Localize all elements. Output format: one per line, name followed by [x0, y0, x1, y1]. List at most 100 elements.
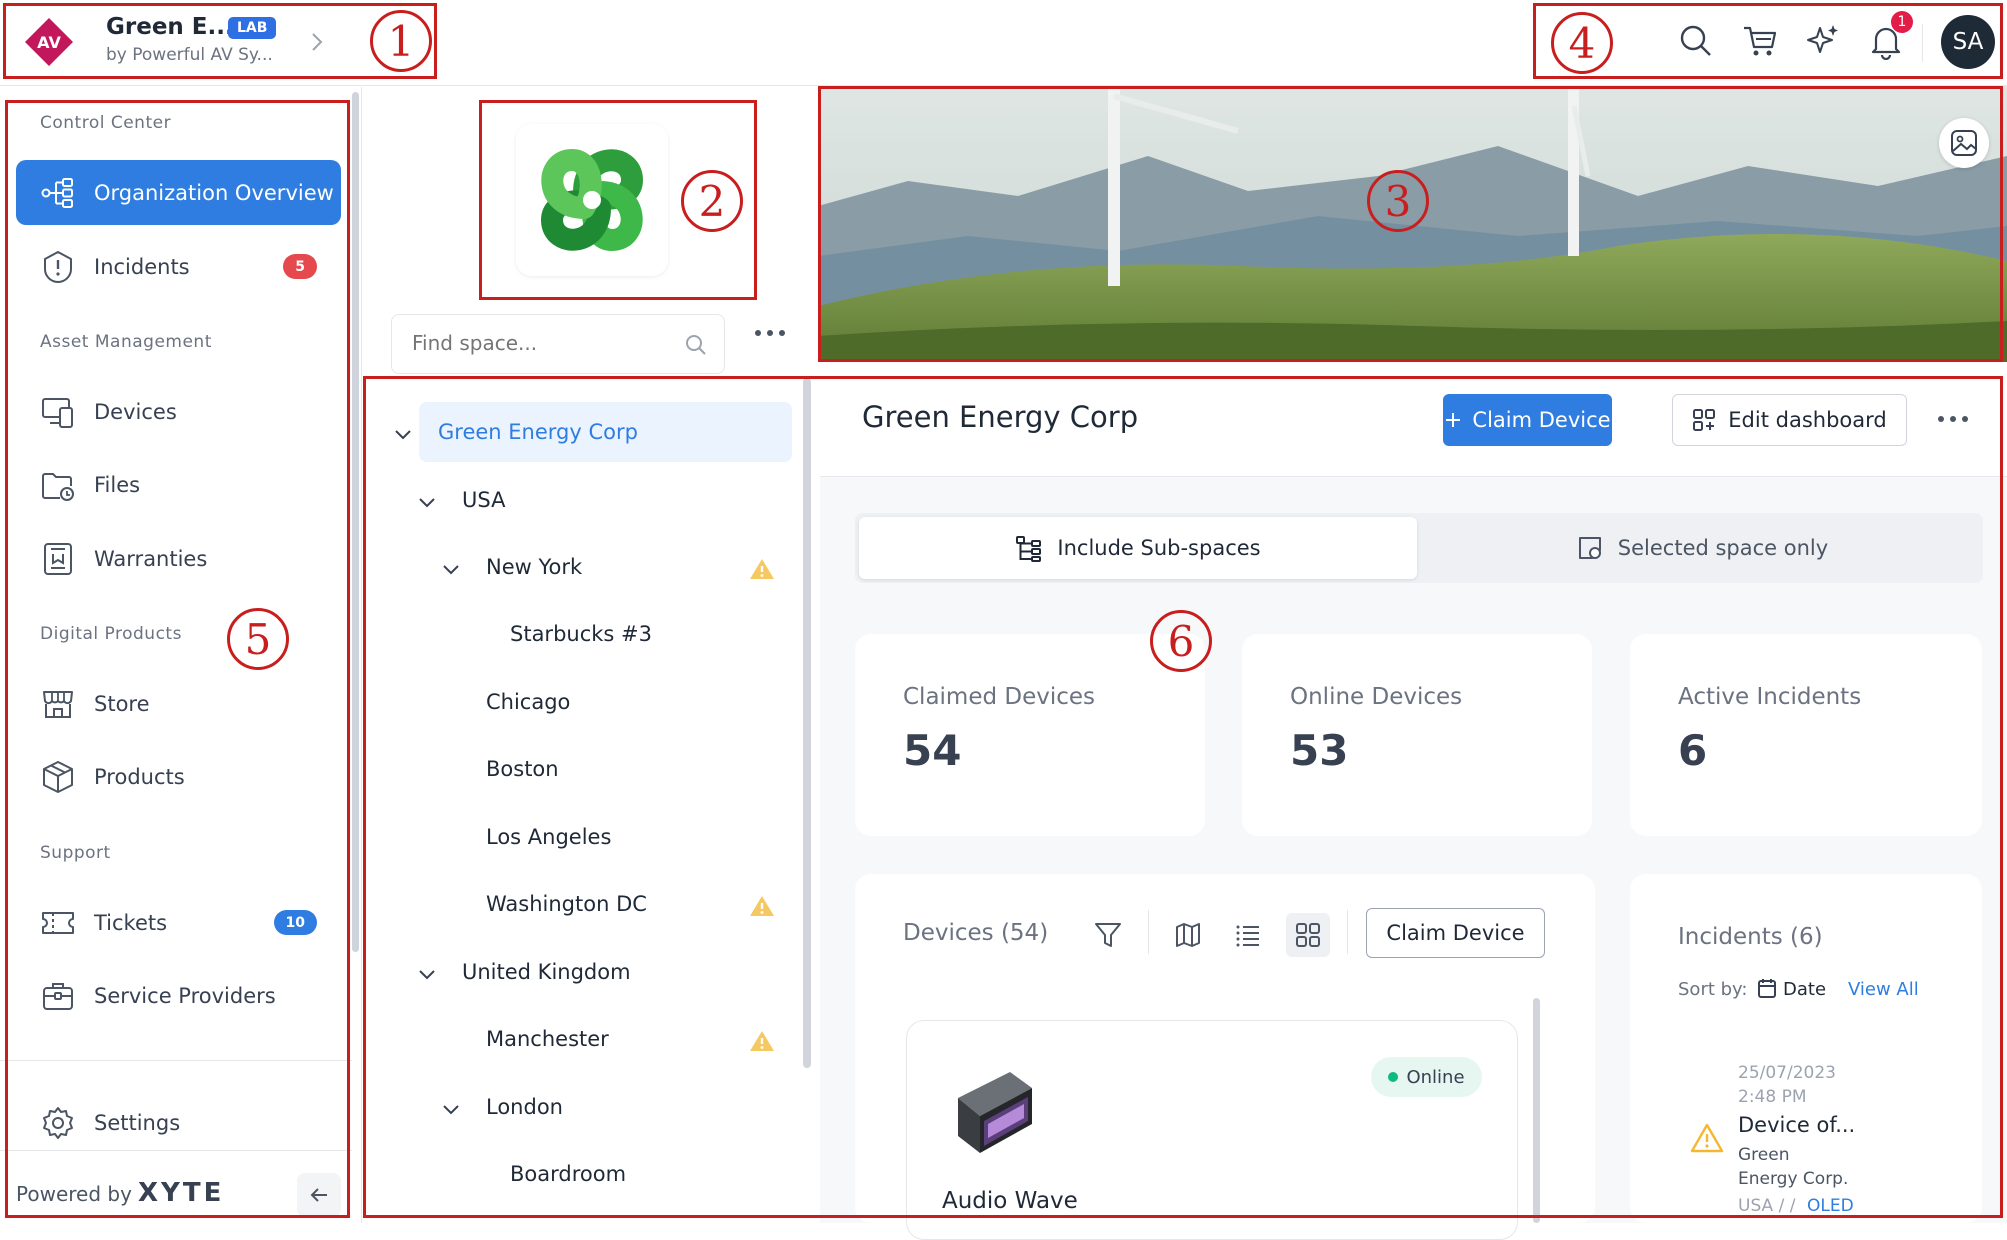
filter-icon[interactable] — [1086, 913, 1130, 957]
selected-space-only-label: Selected space only — [1617, 536, 1829, 560]
sidebar-scrollbar[interactable] — [352, 92, 359, 952]
kpi-card-online-devices[interactable]: Online Devices 53 — [1242, 634, 1592, 836]
section-support: Support — [40, 843, 111, 863]
sidebar-item-incidents[interactable]: Incidents 5 — [16, 234, 341, 299]
tree-item-new-york[interactable]: New York — [486, 537, 582, 597]
sidebar-item-devices[interactable]: Devices — [16, 379, 341, 444]
include-sub-spaces-option[interactable]: Include Sub-spaces — [859, 517, 1417, 579]
claim-device-button[interactable]: Claim Device — [1443, 394, 1612, 446]
find-space-search[interactable] — [391, 314, 725, 374]
map-view-icon[interactable] — [1166, 913, 1210, 957]
grid-view-icon[interactable] — [1286, 913, 1330, 957]
tree-item-boardroom[interactable]: Boardroom — [510, 1144, 626, 1204]
section-asset-management: Asset Management — [40, 332, 212, 352]
sidebar-item-settings[interactable]: Settings — [16, 1090, 341, 1155]
org-subtitle: by Powerful AV Sy... — [106, 45, 273, 65]
kpi-label: Claimed Devices — [903, 684, 1096, 710]
devices-scrollbar[interactable] — [1533, 998, 1540, 1223]
box-icon — [40, 759, 76, 795]
annotation-label-6: 6 — [1150, 610, 1212, 672]
annotation-label-2: 2 — [681, 170, 743, 232]
sidebar-item-files[interactable]: Files — [16, 452, 341, 517]
sort-date-option[interactable]: Date — [1783, 979, 1826, 1000]
find-space-input[interactable] — [412, 331, 662, 355]
org-logo[interactable]: AV — [24, 17, 74, 67]
incident-time: 2:48 PM — [1738, 1087, 1807, 1107]
collapse-sidebar-button[interactable] — [297, 1173, 341, 1217]
cart-icon[interactable] — [1741, 22, 1779, 60]
sidebar-item-label: Store — [94, 691, 150, 716]
top-bar: AV Green E... LAB by Powerful AV Sy... 1… — [0, 0, 2007, 86]
tree-scrollbar[interactable] — [803, 378, 811, 1068]
list-view-icon[interactable] — [1226, 913, 1270, 957]
tree-item-green-energy-corp[interactable]: Green Energy Corp — [438, 402, 638, 462]
tree-item-boston[interactable]: Boston — [486, 739, 559, 799]
user-avatar[interactable]: SA — [1941, 15, 1995, 69]
selected-space-only-option[interactable]: Selected space only — [1425, 517, 1979, 579]
folder-icon — [40, 467, 76, 503]
chevron-down-icon[interactable] — [392, 423, 414, 445]
sidebar-item-tickets[interactable]: Tickets 10 — [16, 890, 341, 955]
lab-badge: LAB — [228, 17, 277, 39]
tree-item-chicago[interactable]: Chicago — [486, 672, 570, 732]
devices-claim-device-button[interactable]: Claim Device — [1366, 908, 1545, 958]
kpi-card-active-incidents[interactable]: Active Incidents 6 — [1630, 634, 1982, 836]
tree-item-los-angeles[interactable]: Los Angeles — [486, 807, 611, 867]
spaces-more-menu-icon[interactable] — [754, 328, 786, 338]
tree-item-manchester[interactable]: Manchester — [486, 1009, 609, 1069]
sub-spaces-icon — [1015, 534, 1043, 562]
organization-logo[interactable] — [516, 124, 668, 276]
chevron-down-icon[interactable] — [416, 491, 438, 513]
sidebar-item-label: Incidents — [94, 254, 190, 279]
status-label: Online — [1406, 1066, 1465, 1088]
toolbar-divider — [1347, 910, 1348, 954]
org-name[interactable]: Green E... — [106, 14, 234, 40]
incidents-count-badge: 5 — [283, 254, 317, 279]
edit-dashboard-label: Edit dashboard — [1728, 408, 1887, 432]
tree-item-usa[interactable]: USA — [462, 470, 505, 530]
scope-toggle: Include Sub-spaces Selected space only — [855, 513, 1983, 583]
sort-by-label: Sort by: — [1678, 979, 1748, 1000]
chevron-down-icon[interactable] — [440, 1098, 462, 1120]
add-widget-icon — [1692, 408, 1716, 432]
tree-item-united-kingdom[interactable]: United Kingdom — [462, 942, 631, 1002]
calendar-icon — [1757, 977, 1777, 999]
incident-org-line: Green — [1738, 1145, 1790, 1165]
warning-icon — [749, 557, 775, 581]
sidebar-item-products[interactable]: Products — [16, 744, 341, 809]
chevron-down-icon[interactable] — [416, 963, 438, 985]
search-icon[interactable] — [684, 333, 708, 357]
sidebar-item-label: Files — [94, 472, 141, 497]
chevron-down-icon[interactable] — [440, 558, 462, 580]
kpi-card-claimed-devices[interactable]: Claimed Devices 54 — [855, 634, 1205, 836]
sidebar-item-label: Products — [94, 764, 185, 789]
incident-path: USA / / — [1738, 1196, 1801, 1216]
tree-item-washington-dc[interactable]: Washington DC — [486, 874, 647, 934]
sparkles-icon[interactable] — [1804, 22, 1842, 60]
dashboard-more-menu-icon[interactable] — [1937, 414, 1969, 424]
powered-by-label: Powered by — [16, 1182, 132, 1206]
annotation-label-1: 1 — [370, 10, 432, 72]
device-thumbnail — [950, 1058, 1040, 1158]
hierarchy-icon — [40, 175, 76, 211]
incident-title[interactable]: Device of... — [1738, 1113, 1855, 1137]
view-all-link[interactable]: View All — [1848, 979, 1919, 1000]
kpi-label: Active Incidents — [1678, 684, 1862, 710]
sidebar-item-organization-overview[interactable]: Organization Overview — [16, 160, 341, 225]
briefcase-icon — [40, 978, 76, 1014]
sidebar-item-warranties[interactable]: Warranties — [16, 526, 341, 591]
sidebar-item-service-providers[interactable]: Service Providers — [16, 963, 341, 1028]
edit-dashboard-button[interactable]: Edit dashboard — [1672, 394, 1907, 446]
kpi-value: 54 — [903, 726, 962, 775]
svg-text:AV: AV — [37, 33, 61, 52]
online-indicator — [1388, 1072, 1399, 1082]
tree-item-starbucks-3[interactable]: Starbucks #3 — [510, 604, 652, 664]
incident-path-link[interactable]: OLED — [1807, 1196, 1854, 1216]
search-icon[interactable] — [1677, 22, 1715, 60]
chevron-right-icon[interactable] — [309, 30, 325, 54]
section-digital-products: Digital Products — [40, 624, 182, 644]
tree-item-london[interactable]: London — [486, 1077, 563, 1137]
arrow-left-icon — [310, 1188, 327, 1202]
sidebar-item-store[interactable]: Store — [16, 671, 341, 736]
change-cover-button[interactable] — [1939, 118, 1989, 168]
